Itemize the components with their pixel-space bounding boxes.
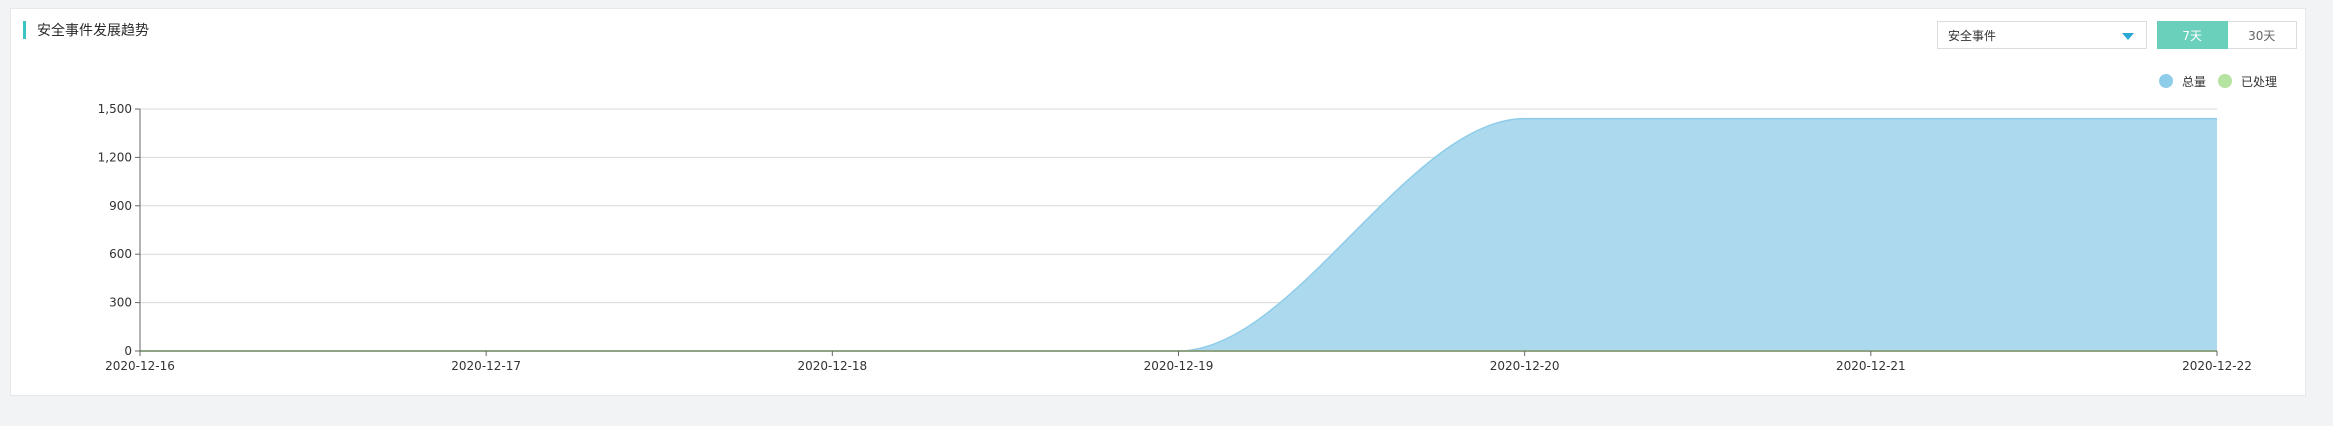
y-tick-label: 1,500 (98, 102, 132, 116)
x-tick-label: 2020-12-18 (797, 359, 867, 373)
x-tick-label: 2020-12-20 (1490, 359, 1560, 373)
x-tick-label: 2020-12-16 (105, 359, 175, 373)
x-tick-label: 2020-12-21 (1836, 359, 1906, 373)
y-tick-label: 600 (109, 247, 132, 261)
trend-panel: 安全事件发展趋势 安全事件 7天 30天 总量 已处理 0 300 600 900 1,… (10, 8, 2306, 396)
x-tick-label: 2020-12-19 (1144, 359, 1214, 373)
total-area (140, 118, 2217, 352)
y-tick-label: 0 (124, 344, 132, 358)
y-tick-label: 1,200 (98, 150, 132, 164)
y-tick-label: 300 (109, 296, 132, 310)
x-tick-label: 2020-12-17 (451, 359, 521, 373)
trend-chart: 0 300 600 900 1,200 1,500 2020-12-16 2020-12-17… (98, 102, 2252, 373)
x-tick-label: 2020-12-22 (2182, 359, 2252, 373)
y-tick-label: 900 (109, 199, 132, 213)
